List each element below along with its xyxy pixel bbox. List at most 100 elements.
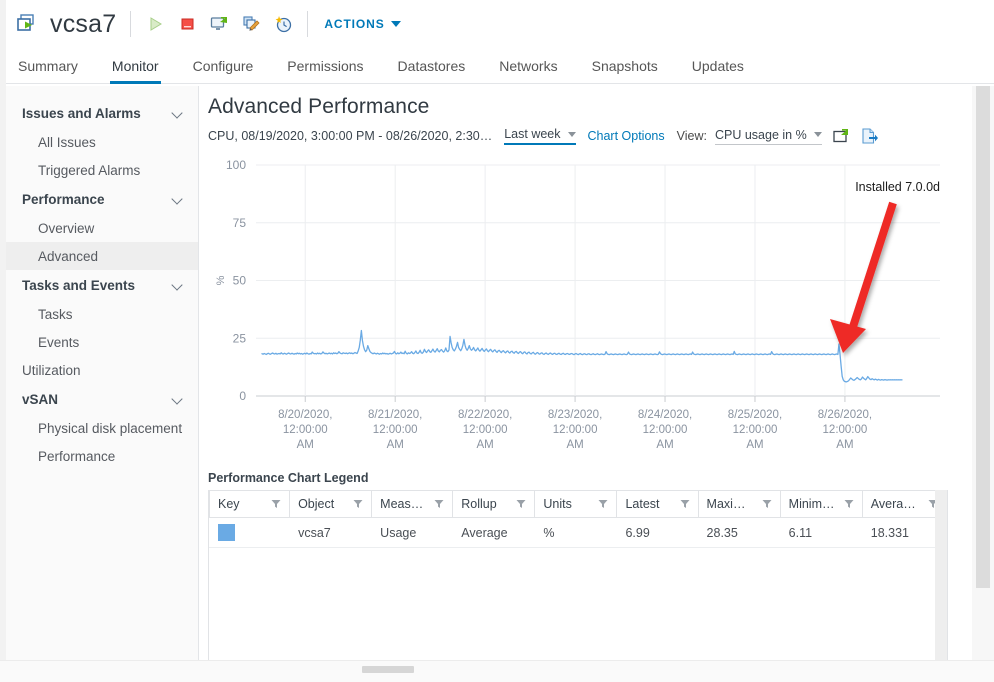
filter-icon[interactable] xyxy=(353,499,363,509)
legend-column-label: Rollup xyxy=(461,497,496,511)
x-axis-tick-label: 8/26/2020, xyxy=(818,409,872,421)
time-range-select[interactable]: Last week xyxy=(504,127,575,145)
tab-datastores[interactable]: Datastores xyxy=(398,58,466,83)
nav-group-issues-and-alarms[interactable]: Issues and Alarms xyxy=(0,98,198,128)
legend-column-label: Latest xyxy=(625,497,659,511)
sidebar-item-label: Tasks xyxy=(38,307,73,322)
nav-group-performance[interactable]: Performance xyxy=(0,184,198,214)
legend-latest-cell: 6.99 xyxy=(617,518,698,548)
nav-group-tasks-and-events[interactable]: Tasks and Events xyxy=(0,270,198,300)
tab-snapshots[interactable]: Snapshots xyxy=(592,58,658,83)
sidebar-item-label: Triggered Alarms xyxy=(38,163,140,178)
sidebar-item-performance[interactable]: Performance xyxy=(0,442,198,470)
chevron-down-icon xyxy=(173,280,184,291)
legend-maximum-cell: 28.35 xyxy=(698,518,780,548)
actions-menu-button[interactable]: ACTIONS xyxy=(324,17,400,31)
sidebar-item-utilization[interactable]: Utilization xyxy=(0,356,198,384)
legend-minimum-cell: 6.11 xyxy=(780,518,862,548)
legend-column-header[interactable]: Avera… xyxy=(862,491,946,518)
legend-column-header[interactable]: Key xyxy=(210,491,290,518)
filter-icon[interactable] xyxy=(598,499,608,509)
popout-chart-icon[interactable] xyxy=(832,127,850,145)
tab-label: Datastores xyxy=(398,58,466,74)
filter-icon[interactable] xyxy=(844,499,854,509)
chart-annotation-label: Installed 7.0.0d xyxy=(855,180,940,194)
tab-monitor[interactable]: Monitor xyxy=(112,58,159,83)
series-color-swatch xyxy=(218,524,235,541)
legend-column-header[interactable]: Meas… xyxy=(372,491,453,518)
filter-icon[interactable] xyxy=(271,499,281,509)
sidebar-item-label: Physical disk placement xyxy=(38,421,182,436)
legend-vertical-scrollbar[interactable] xyxy=(935,490,947,660)
page-title: Advanced Performance xyxy=(200,86,972,119)
x-axis-tick-label: 12:00:00 xyxy=(733,424,778,436)
legend-table: Key Object Meas… Rollup Units Latest Maxi… Mini… xyxy=(209,490,947,548)
power-off-icon[interactable] xyxy=(177,14,197,34)
x-axis-tick-label: 12:00:00 xyxy=(553,424,598,436)
sidebar-item-events[interactable]: Events xyxy=(0,328,198,356)
snapshot-icon[interactable] xyxy=(273,14,293,34)
legend-measurement-cell: Usage xyxy=(372,518,453,548)
y-axis-tick-label: 0 xyxy=(239,389,246,403)
tab-configure[interactable]: Configure xyxy=(193,58,254,83)
content-vertical-scrollbar[interactable] xyxy=(972,86,994,660)
view-select[interactable]: CPU usage in % xyxy=(715,128,822,145)
tab-label: Snapshots xyxy=(592,58,658,74)
tab-networks[interactable]: Networks xyxy=(499,58,557,83)
legend-column-label: Units xyxy=(543,497,571,511)
tab-label: Monitor xyxy=(112,58,159,74)
header-divider-2 xyxy=(307,11,308,37)
legend-column-header[interactable]: Object xyxy=(290,491,372,518)
window-horizontal-scroll-thumb[interactable] xyxy=(362,666,414,673)
table-row[interactable]: vcsa7UsageAverage%6.9928.356.1118.331 xyxy=(210,518,947,548)
edit-settings-icon[interactable] xyxy=(241,14,261,34)
chevron-down-icon xyxy=(173,194,184,205)
chart-range-text: CPU, 08/19/2020, 3:00:00 PM - 08/26/2020… xyxy=(208,129,492,143)
tab-permissions[interactable]: Permissions xyxy=(287,58,363,83)
filter-icon[interactable] xyxy=(516,499,526,509)
window-horizontal-scrollbar[interactable] xyxy=(0,660,994,682)
export-chart-icon[interactable] xyxy=(860,127,878,145)
legend-column-label: Maxi… xyxy=(707,497,746,511)
sidebar-item-all-issues[interactable]: All Issues xyxy=(0,128,198,156)
filter-icon[interactable] xyxy=(680,499,690,509)
legend-header-row: Key Object Meas… Rollup Units Latest Maxi… Mini… xyxy=(210,491,947,518)
sidebar-item-label: All Issues xyxy=(38,135,96,150)
sidebar-item-overview[interactable]: Overview xyxy=(0,214,198,242)
tab-label: Summary xyxy=(18,58,78,74)
tab-summary[interactable]: Summary xyxy=(18,58,78,83)
sidebar-item-tasks[interactable]: Tasks xyxy=(0,300,198,328)
chevron-down-icon xyxy=(391,21,401,27)
nav-group-label: Issues and Alarms xyxy=(22,106,141,121)
sidebar-item-physical-disk-placement[interactable]: Physical disk placement xyxy=(0,414,198,442)
legend-column-label: Object xyxy=(298,497,334,511)
y-axis-tick-label: 100 xyxy=(226,158,246,172)
object-tab-bar: Summary Monitor Configure Permissions Datast… xyxy=(0,48,994,84)
power-on-icon[interactable] xyxy=(145,14,165,34)
legend-column-header[interactable]: Maxi… xyxy=(698,491,780,518)
nav-group-vsan[interactable]: vSAN xyxy=(0,384,198,414)
tab-label: Permissions xyxy=(287,58,363,74)
tab-updates[interactable]: Updates xyxy=(692,58,744,83)
sidebar-item-triggered-alarms[interactable]: Triggered Alarms xyxy=(0,156,198,184)
filter-icon[interactable] xyxy=(434,499,444,509)
legend-column-label: Meas… xyxy=(380,497,423,511)
legend-body: vcsa7UsageAverage%6.9928.356.1118.331 xyxy=(210,518,947,548)
chart-options-link[interactable]: Chart Options xyxy=(588,129,665,143)
y-axis-tick-label: 75 xyxy=(233,216,247,230)
content-vertical-scroll-thumb[interactable] xyxy=(976,86,990,588)
legend-units-cell: % xyxy=(535,518,617,548)
sidebar-item-advanced[interactable]: Advanced xyxy=(0,242,198,270)
legend-column-header[interactable]: Latest xyxy=(617,491,698,518)
legend-column-header[interactable]: Units xyxy=(535,491,617,518)
x-axis-tick-label: AM xyxy=(656,439,673,451)
view-select-value: CPU usage in % xyxy=(715,128,807,142)
x-axis-tick-label: AM xyxy=(477,439,494,451)
legend-column-label: Key xyxy=(218,497,240,511)
launch-console-icon[interactable] xyxy=(209,14,229,34)
legend-column-header[interactable]: Rollup xyxy=(453,491,535,518)
y-axis-title: % xyxy=(215,275,227,285)
performance-chart-svg[interactable]: 0255075100%8/20/2020,12:00:00AM8/21/2020… xyxy=(200,153,952,463)
filter-icon[interactable] xyxy=(762,499,772,509)
legend-column-header[interactable]: Minim… xyxy=(780,491,862,518)
